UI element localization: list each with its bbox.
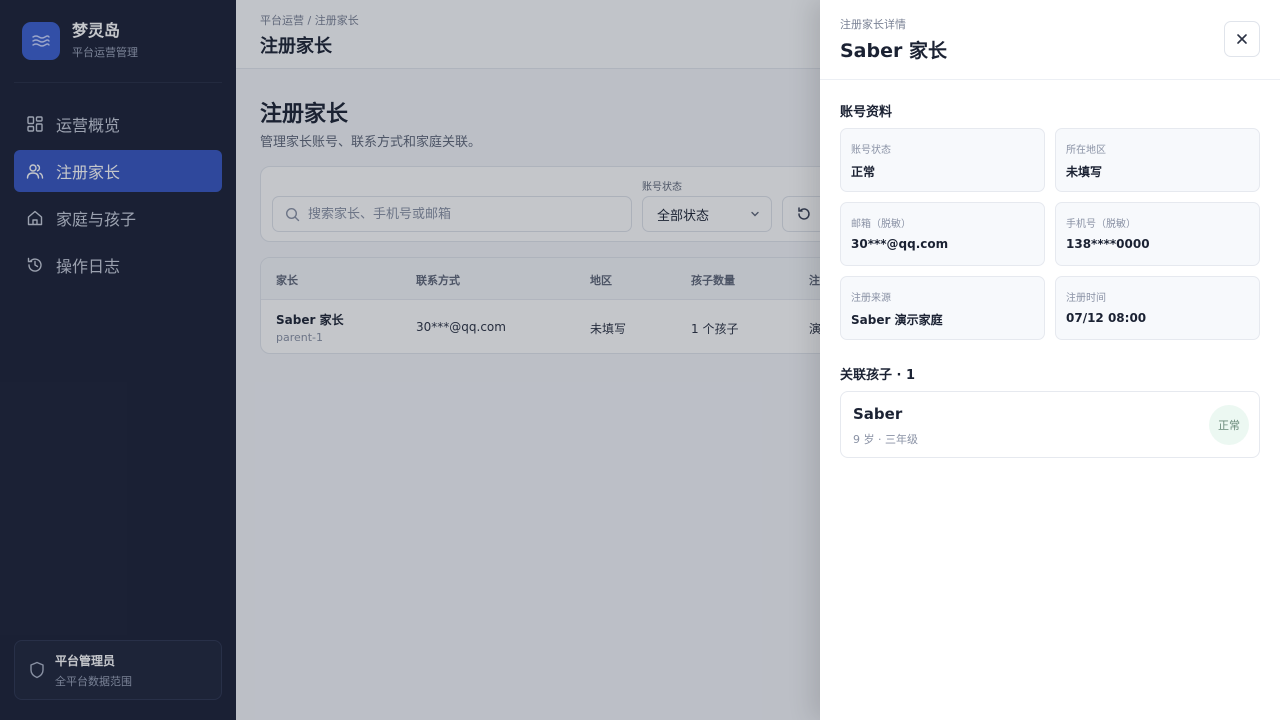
drawer-kicker: 注册家长详情 bbox=[840, 18, 906, 31]
child-name: Saber bbox=[853, 405, 903, 423]
info-value: 30***@qq.com bbox=[851, 237, 949, 251]
parent-detail-drawer: 注册家长详情 Saber 家长 账号资料 账号状态 正常 所在地区 未填写 邮箱… bbox=[820, 0, 1280, 720]
drawer-title: Saber 家长 bbox=[840, 40, 947, 62]
info-registration-time: 注册时间 07/12 08:00 bbox=[1055, 276, 1260, 340]
info-value: 未填写 bbox=[1066, 165, 1103, 179]
info-phone: 手机号（脱敏） 138****0000 bbox=[1055, 202, 1260, 266]
child-status-badge: 正常 bbox=[1209, 405, 1249, 445]
info-value: Saber 演示家庭 bbox=[851, 313, 943, 327]
child-meta: 9 岁 · 三年级 bbox=[853, 433, 918, 446]
children-section-title: 关联孩子 · 1 bbox=[840, 368, 916, 383]
close-icon bbox=[1237, 34, 1247, 44]
close-button[interactable] bbox=[1224, 21, 1260, 57]
info-value: 07/12 08:00 bbox=[1066, 311, 1147, 325]
info-value: 正常 bbox=[851, 165, 876, 179]
info-email: 邮箱（脱敏） 30***@qq.com bbox=[840, 202, 1045, 266]
drawer-backdrop[interactable] bbox=[0, 0, 820, 720]
info-label: 所在地区 bbox=[1066, 145, 1106, 156]
info-value: 138****0000 bbox=[1066, 237, 1150, 251]
info-region: 所在地区 未填写 bbox=[1055, 128, 1260, 192]
info-label: 手机号（脱敏） bbox=[1066, 219, 1136, 230]
child-card[interactable]: Saber 9 岁 · 三年级 正常 bbox=[840, 391, 1260, 458]
info-label: 账号状态 bbox=[851, 145, 891, 156]
drawer-header: 注册家长详情 Saber 家长 bbox=[820, 0, 1280, 80]
info-registration-source: 注册来源 Saber 演示家庭 bbox=[840, 276, 1045, 340]
info-label: 邮箱（脱敏） bbox=[851, 219, 911, 230]
info-account-status: 账号状态 正常 bbox=[840, 128, 1045, 192]
account-section-title: 账号资料 bbox=[840, 105, 893, 120]
info-label: 注册来源 bbox=[851, 293, 891, 304]
info-label: 注册时间 bbox=[1066, 293, 1106, 304]
